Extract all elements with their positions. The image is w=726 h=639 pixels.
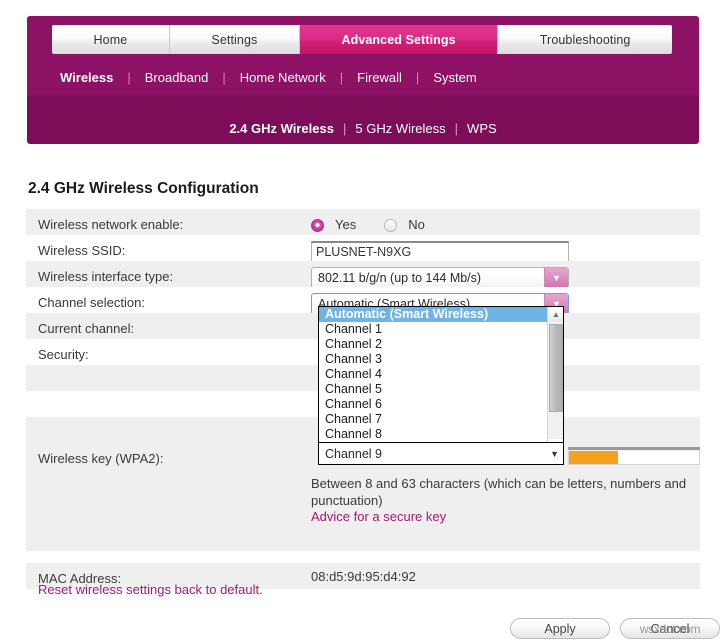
dropdown-option[interactable]: Channel 1	[319, 322, 548, 337]
subnav-item-home-network[interactable]: Home Network	[226, 70, 340, 85]
label-spacer	[26, 527, 311, 543]
dropdown-option[interactable]: Automatic (Smart Wireless)	[319, 307, 548, 322]
dropdown-option[interactable]: Channel 5	[319, 382, 548, 397]
row-gap	[26, 551, 700, 563]
channel-selection-dropdown-list[interactable]: Automatic (Smart Wireless)Channel 1Chann…	[318, 306, 564, 455]
value-spacer	[311, 527, 700, 539]
form-action-buttons: Apply Cancel wsxdot.com	[0, 618, 726, 639]
dropdown-option[interactable]: Channel 7	[319, 412, 548, 427]
apply-button-label: Apply	[544, 622, 575, 636]
wireless-key-strength-fill	[569, 451, 618, 464]
dropdown-option[interactable]: Channel 8	[319, 427, 548, 442]
thirdnav-item-24ghz-label: 2.4 GHz Wireless	[229, 121, 334, 136]
tab-home-label: Home	[94, 33, 128, 47]
wireless-key-strength-bar	[568, 451, 700, 465]
row-wireless-ssid: Wireless SSID:	[26, 235, 700, 261]
apply-button[interactable]: Apply	[510, 618, 610, 639]
tab-advanced-settings[interactable]: Advanced Settings	[300, 25, 498, 54]
primary-tab-bar: Home Settings Advanced Settings Troubles…	[52, 25, 672, 54]
value-wireless-key-hint: Between 8 and 63 characters (which can b…	[311, 469, 700, 531]
tab-home[interactable]: Home	[52, 25, 170, 54]
row-wireless-enable: Wireless network enable: Yes No	[26, 209, 700, 235]
radio-group-wireless-enable: Yes No	[311, 215, 700, 233]
value-mac-address: 08:d5:9d:95:d4:92	[311, 563, 700, 591]
subnav-separator: |	[340, 70, 343, 85]
subnav-item-system[interactable]: System	[419, 70, 490, 85]
subnav-item-firewall-label: Firewall	[357, 70, 402, 85]
tab-settings-label: Settings	[211, 33, 257, 47]
page-title: 2.4 GHz Wireless Configuration	[28, 180, 259, 198]
channel-dropdown-bottom-value: Channel 9	[319, 447, 382, 461]
thirdnav-item-5ghz-wireless[interactable]: 5 GHz Wireless	[346, 121, 454, 136]
subnav-item-system-label: System	[433, 70, 476, 85]
channel-dropdown-bottom-display[interactable]: Channel 9 ▼	[318, 442, 564, 465]
label-hidden-1	[26, 365, 311, 381]
thirdnav-item-5ghz-label: 5 GHz Wireless	[355, 121, 445, 136]
dropdown-scrollbar[interactable]: ▲ ▼	[547, 307, 563, 454]
router-admin-page: Home Settings Advanced Settings Troubles…	[0, 0, 726, 639]
secondary-nav-bar: Wireless | Broadband | Home Network | Fi…	[46, 62, 491, 92]
reset-wireless-settings-link[interactable]: Reset wireless settings back to default.	[38, 582, 263, 597]
subnav-item-wireless[interactable]: Wireless	[46, 70, 127, 85]
thirdnav-item-24ghz-wireless[interactable]: 2.4 GHz Wireless	[220, 121, 343, 136]
advice-for-secure-key-link[interactable]: Advice for a secure key	[311, 509, 446, 524]
tertiary-nav-bar: 2.4 GHz Wireless | 5 GHz Wireless | WPS	[27, 112, 699, 144]
dropdown-option[interactable]: Channel 3	[319, 352, 548, 367]
row-wireless-key-hint: Between 8 and 63 characters (which can b…	[26, 469, 700, 527]
tab-troubleshooting[interactable]: Troubleshooting	[498, 25, 672, 54]
subnav-separator: |	[416, 70, 419, 85]
wireless-key-hint-line2: punctuation)	[311, 492, 700, 509]
label-hidden-2	[26, 391, 311, 407]
chevron-down-icon[interactable]: ▼	[550, 449, 559, 459]
dropdown-option[interactable]: Channel 2	[319, 337, 548, 352]
dropdown-scrollbar-thumb[interactable]	[549, 324, 563, 412]
wireless-key-hint-line1: Between 8 and 63 characters (which can b…	[311, 475, 700, 492]
navigation-header: Home Settings Advanced Settings Troubles…	[27, 16, 699, 144]
radio-label-no: No	[408, 217, 425, 233]
label-hidden-3	[26, 417, 311, 433]
cancel-button-label: Cancel	[651, 622, 690, 636]
interface-type-select[interactable]: 802.11 b/g/n (up to 144 Mb/s) ▼	[311, 267, 569, 289]
radio-label-yes: Yes	[335, 217, 356, 233]
value-gap	[311, 551, 700, 563]
interface-type-selected-value: 802.11 b/g/n (up to 144 Mb/s)	[312, 270, 481, 286]
subnav-item-home-network-label: Home Network	[240, 70, 326, 85]
subnav-item-wireless-label: Wireless	[60, 70, 113, 85]
subnav-item-broadband-label: Broadband	[145, 70, 209, 85]
wireless-ssid-input[interactable]	[311, 241, 569, 262]
subnav-separator: |	[222, 70, 225, 85]
dropdown-option[interactable]: Channel 6	[319, 397, 548, 412]
thirdnav-item-wps-label: WPS	[467, 121, 497, 136]
tab-advanced-settings-label: Advanced Settings	[341, 33, 455, 47]
subnav-item-broadband[interactable]: Broadband	[131, 70, 223, 85]
subnav-item-firewall[interactable]: Firewall	[343, 70, 416, 85]
row-spacer	[26, 527, 700, 551]
tab-troubleshooting-label: Troubleshooting	[540, 33, 631, 47]
tab-settings[interactable]: Settings	[170, 25, 300, 54]
chevron-down-icon[interactable]: ▼	[544, 268, 568, 288]
scroll-up-arrow-icon[interactable]: ▲	[548, 307, 564, 322]
thirdnav-item-wps[interactable]: WPS	[458, 121, 506, 136]
radio-wireless-enable-no[interactable]	[384, 219, 397, 232]
radio-wireless-enable-yes[interactable]	[311, 219, 324, 232]
subnav-separator: |	[127, 70, 130, 85]
cancel-button[interactable]: Cancel wsxdot.com	[620, 618, 720, 639]
dropdown-options-container: Automatic (Smart Wireless)Channel 1Chann…	[319, 307, 548, 455]
dropdown-option[interactable]: Channel 4	[319, 367, 548, 382]
label-wireless-key-hint-spacer	[26, 469, 311, 485]
wireless-key-strength-track	[568, 447, 700, 450]
row-interface-type: Wireless interface type: 802.11 b/g/n (u…	[26, 261, 700, 287]
